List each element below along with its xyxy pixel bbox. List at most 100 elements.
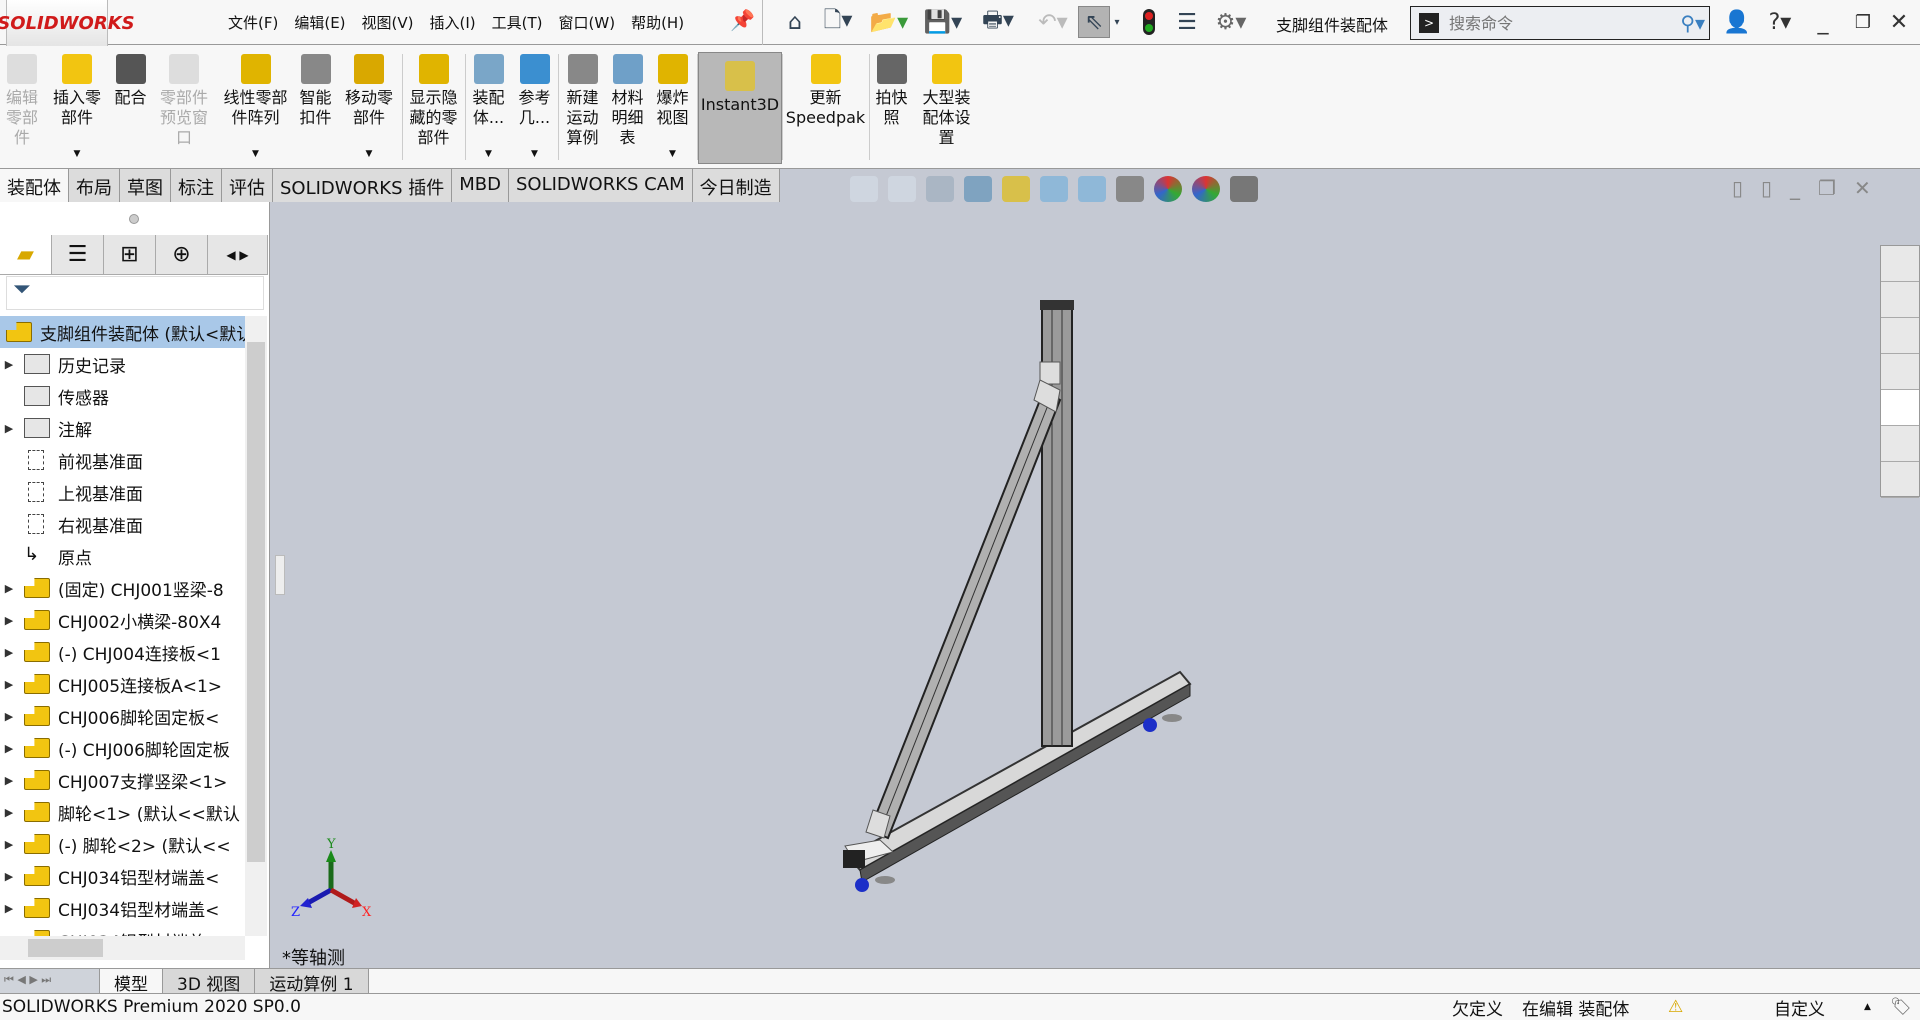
tree-item[interactable]: ▶ (固定) CHJ001竖梁-8 (0, 572, 245, 604)
expand-arrow-icon[interactable]: ▶ (0, 678, 18, 691)
graphics-area[interactable]: Y Z X *等轴测 (270, 202, 1920, 969)
dynamic-annotation-icon[interactable] (1002, 176, 1030, 202)
viewport-minimize-icon[interactable]: _ (1790, 176, 1800, 200)
tree-item[interactable]: ▶ CHJ002小横梁-80X4 (0, 604, 245, 636)
bottom-tab[interactable]: 模型 (100, 969, 163, 995)
solidworks-logo[interactable]: ᎦSOLIDWORKS (0, 0, 135, 48)
search-icon[interactable]: ⚲▾ (1680, 11, 1705, 35)
restore-icon[interactable]: ❐ (1848, 6, 1878, 38)
apply-scene-icon[interactable] (1192, 176, 1220, 202)
bottom-tab[interactable]: 3D 视图 (163, 969, 256, 995)
dropdown-arrow-icon[interactable]: ▼ (366, 144, 373, 164)
tab[interactable]: SOLIDWORKS 插件 (273, 169, 453, 202)
filter-icon[interactable]: ⏷ (6, 276, 264, 310)
tree-item[interactable]: 传感器 (0, 380, 245, 412)
select-icon[interactable]: ⇖ (1078, 6, 1110, 38)
ribbon-button[interactable]: 参考 几... ▼ (512, 46, 558, 168)
display-style-icon[interactable] (1078, 176, 1106, 202)
open-icon[interactable]: 📂▾ (866, 6, 912, 38)
ribbon-button[interactable]: 零部件 预览窗 口 (152, 46, 217, 168)
ribbon-button[interactable]: 移动零 部件 ▼ (337, 46, 402, 168)
save-icon[interactable]: 💾▾ (920, 6, 966, 38)
dropdown-arrow-icon[interactable]: ▼ (669, 144, 676, 164)
dropdown-arrow-icon[interactable]: ▼ (485, 144, 492, 164)
tab[interactable]: SOLIDWORKS CAM (508, 169, 693, 202)
expand-arrow-icon[interactable]: ▶ (0, 358, 18, 371)
select-dropdown-icon[interactable]: ▾ (1110, 6, 1124, 38)
ribbon-button[interactable]: 拍快 照 (870, 46, 914, 168)
tree-item[interactable]: ▶ CHJ005连接板A<1> (0, 668, 245, 700)
tree-item[interactable]: ▶ 注解 (0, 412, 245, 444)
menu-item[interactable]: 视图(V) (354, 12, 422, 33)
tab-scroll-buttons[interactable]: ⏮ ◀ ▶ ⏭ (0, 969, 100, 993)
appearances-icon[interactable] (1881, 390, 1919, 426)
tab[interactable]: 布局 (69, 169, 120, 202)
zoom-to-fit-icon[interactable] (850, 176, 878, 202)
dimxpert-tab-icon[interactable]: ⊕ (156, 235, 208, 274)
edit-appearance-icon[interactable] (1154, 176, 1182, 202)
expand-arrow-icon[interactable]: ▶ (0, 614, 18, 627)
minimize-icon[interactable]: _ (1808, 6, 1838, 38)
tree-scroll-thumb[interactable] (247, 342, 265, 862)
expand-arrow-icon[interactable]: ▶ (0, 742, 18, 755)
undo-icon[interactable]: ↶▾ (1030, 6, 1076, 38)
zoom-to-area-icon[interactable] (888, 176, 916, 202)
tab[interactable]: 标注 (171, 169, 222, 202)
ribbon-button[interactable]: 显示隐 藏的零 部件 (403, 46, 465, 168)
previous-view-icon[interactable] (926, 176, 954, 202)
file-properties-icon[interactable]: ☰ (1172, 6, 1202, 38)
tree-item[interactable]: ▶ CHJ034铝型材端盖< (0, 860, 245, 892)
ribbon-button[interactable]: 编辑 零部 件 (0, 46, 45, 168)
rebuild-warning-icon[interactable]: ⚠ (1668, 997, 1683, 1017)
panel-tab-scroll-arrows[interactable]: ◀ ▶ (208, 235, 268, 274)
tree-horizontal-scrollbar[interactable] (0, 936, 245, 960)
tab[interactable]: 草图 (120, 169, 171, 202)
file-explorer-icon[interactable] (1881, 318, 1919, 354)
close-icon[interactable]: ✕ (1884, 6, 1914, 38)
ribbon-button[interactable]: Instant3D (698, 52, 782, 164)
ribbon-button[interactable]: 更新 Speedpak (783, 46, 869, 168)
tree-item[interactable]: ▶ 历史记录 (0, 348, 245, 380)
property-manager-tab-icon[interactable]: ☰ (52, 235, 104, 274)
tree-item[interactable]: ▶ CHJ034铝型材端盖< (0, 892, 245, 924)
view-orientation-icon[interactable] (1040, 176, 1068, 202)
menu-item[interactable]: 窗口(W) (551, 12, 624, 33)
viewport-restore-icon[interactable]: ❐ (1818, 176, 1836, 200)
tree-item[interactable]: 前视基准面 (0, 444, 245, 476)
feature-manager-tab-icon[interactable]: ▰ (0, 235, 52, 274)
expand-arrow-icon[interactable]: ▶ (0, 902, 18, 915)
ribbon-button[interactable]: 配合 (110, 46, 152, 168)
tree-item[interactable]: ▶ (-) 脚轮<2> (默认<< (0, 828, 245, 860)
ribbon-button[interactable]: 新建 运动 算例 (559, 46, 607, 168)
menu-item[interactable]: 帮助(H) (623, 12, 692, 33)
hide-show-items-icon[interactable] (1116, 176, 1144, 202)
ribbon-button[interactable]: 爆炸 视图 ▼ (649, 46, 697, 168)
tree-item[interactable]: ▶ (-) CHJ004连接板<1 (0, 636, 245, 668)
forum-icon[interactable] (1881, 462, 1919, 498)
tab[interactable]: 评估 (222, 169, 273, 202)
tile-left-icon[interactable]: ▯ (1732, 176, 1743, 200)
design-library-icon[interactable] (1881, 282, 1919, 318)
user-account-icon[interactable]: 👤 (1722, 6, 1752, 38)
menu-item[interactable]: 文件(F) (220, 12, 286, 33)
home-icon[interactable]: ⌂ (778, 6, 812, 38)
ribbon-button[interactable]: 材料 明细 表 (607, 46, 649, 168)
expand-arrow-icon[interactable]: ▶ (0, 646, 18, 659)
options-gear-icon[interactable]: ⚙▾ (1208, 6, 1254, 38)
help-icon[interactable]: ?▾ (1758, 6, 1802, 38)
search-input[interactable] (1449, 13, 1681, 33)
ribbon-button[interactable]: 插入零 部件 ▼ (45, 46, 110, 168)
unit-system[interactable]: 自定义 (1774, 995, 1825, 1020)
print-icon[interactable]: 🖶▾ (975, 6, 1021, 38)
dropdown-arrow-icon[interactable]: ▼ (252, 144, 259, 164)
units-menu-arrow-icon[interactable]: ▲ (1864, 1002, 1871, 1012)
dropdown-arrow-icon[interactable]: ▼ (531, 144, 538, 164)
expand-arrow-icon[interactable]: ▶ (0, 806, 18, 819)
panel-splitter-handle[interactable] (129, 214, 139, 224)
tree-item[interactable]: ▶ (-) CHJ006脚轮固定板 (0, 732, 245, 764)
expand-arrow-icon[interactable]: ▶ (0, 710, 18, 723)
new-document-icon[interactable]: 🗋▾ (818, 6, 858, 38)
rebuild-icon[interactable] (1138, 6, 1160, 38)
tree-item[interactable]: ▶ CHJ007支撑竖梁<1> (0, 764, 245, 796)
configuration-manager-tab-icon[interactable]: ⊞ (104, 235, 156, 274)
